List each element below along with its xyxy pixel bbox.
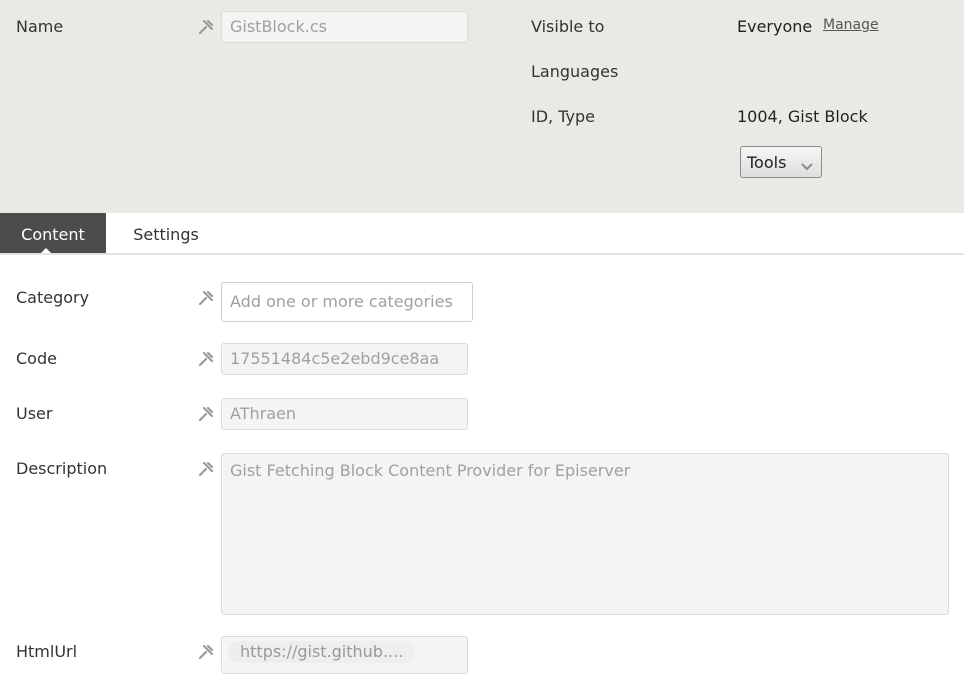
- description-textarea[interactable]: Gist Fetching Block Content Provider for…: [221, 453, 949, 615]
- tab-settings-label: Settings: [133, 225, 199, 244]
- pin-icon[interactable]: [197, 460, 215, 478]
- active-tab-indicator: [41, 248, 51, 253]
- tab-content-label: Content: [21, 225, 85, 244]
- pin-icon[interactable]: [197, 643, 215, 661]
- manage-link[interactable]: Manage: [823, 17, 879, 33]
- id-type-value: 1004, Gist Block: [737, 107, 868, 126]
- pin-icon[interactable]: [197, 405, 215, 423]
- visible-to-value: Everyone: [737, 17, 813, 36]
- pin-icon[interactable]: [197, 18, 215, 36]
- user-label: User: [16, 404, 53, 423]
- description-label: Description: [16, 459, 108, 478]
- languages-label: Languages: [531, 62, 619, 81]
- id-type-label: ID, Type: [531, 107, 595, 126]
- name-field[interactable]: GistBlock.cs: [221, 11, 468, 43]
- htmlurl-field[interactable]: https://gist.github....: [221, 636, 468, 674]
- pin-icon[interactable]: [197, 289, 215, 307]
- tab-settings[interactable]: Settings: [106, 213, 226, 253]
- chevron-down-icon: [800, 157, 814, 176]
- tools-button-label: Tools: [747, 152, 787, 172]
- user-field[interactable]: AThraen: [221, 398, 468, 430]
- tab-bar: Content Settings: [0, 213, 964, 255]
- properties-header: Name GistBlock.cs Visible to Everyone Ma…: [0, 0, 964, 213]
- category-input[interactable]: Add one or more categories: [221, 282, 473, 322]
- htmlurl-link[interactable]: https://gist.github....: [228, 641, 416, 663]
- visible-to-label: Visible to: [531, 17, 605, 36]
- tools-button[interactable]: Tools: [740, 146, 822, 178]
- pin-icon[interactable]: [197, 350, 215, 368]
- code-field[interactable]: 17551484c5e2ebd9ce8aa: [221, 343, 468, 375]
- name-label: Name: [16, 17, 64, 36]
- tab-content[interactable]: Content: [0, 213, 106, 253]
- htmlurl-label: HtmlUrl: [16, 642, 78, 661]
- code-label: Code: [16, 349, 57, 368]
- category-label: Category: [16, 288, 90, 307]
